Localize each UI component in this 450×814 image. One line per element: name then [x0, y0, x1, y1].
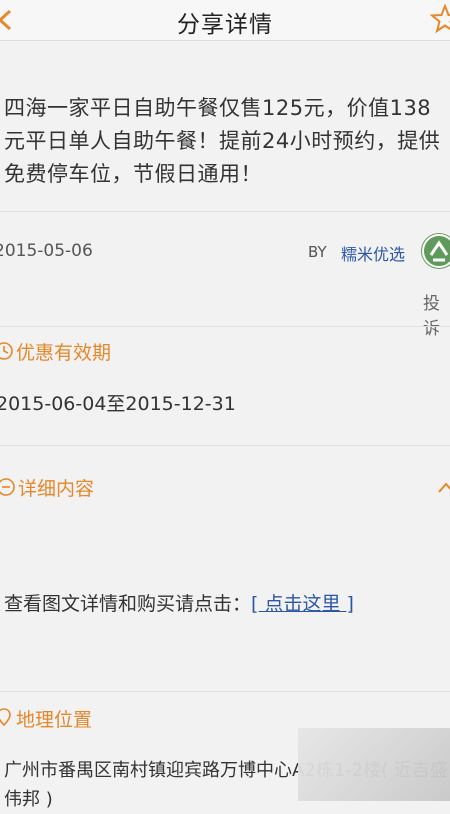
watermark-overlay [298, 728, 450, 801]
favorite-star-icon[interactable] [430, 4, 450, 34]
author-link[interactable]: 糯米优选 [341, 241, 405, 265]
details-text: 查看图文详情和购买请点击：[ 点击这里 ] [4, 589, 354, 616]
clock-icon [0, 342, 13, 360]
avatar[interactable] [421, 233, 450, 269]
app-header: 分享详情 [0, 0, 450, 41]
chevron-up-icon[interactable] [436, 478, 450, 496]
deal-title: 四海一家平日自助午餐仅售125元，价值138元平日单人自助午餐！提前24小时预约… [4, 96, 441, 186]
by-label: BY [308, 243, 327, 261]
divider [0, 326, 450, 327]
location-heading: 地理位置 [16, 709, 93, 731]
details-link[interactable]: [ 点击这里 ] [251, 593, 354, 615]
detail-icon [0, 478, 15, 496]
location-pin-icon [0, 708, 11, 727]
publish-date: 2015-05-06 [0, 241, 93, 261]
report-button[interactable]: 投诉 [423, 289, 450, 339]
validity-heading: 优惠有效期 [16, 342, 112, 364]
details-prompt: 查看图文详情和购买请点击： [4, 593, 252, 615]
validity-range: 2015-06-04至2015-12-31 [0, 393, 236, 415]
details-heading: 详细内容 [18, 478, 95, 500]
divider [0, 211, 450, 212]
avatar-logo-icon [422, 234, 450, 268]
divider [0, 691, 450, 692]
page-title: 分享详情 [177, 12, 273, 38]
divider [0, 445, 450, 446]
